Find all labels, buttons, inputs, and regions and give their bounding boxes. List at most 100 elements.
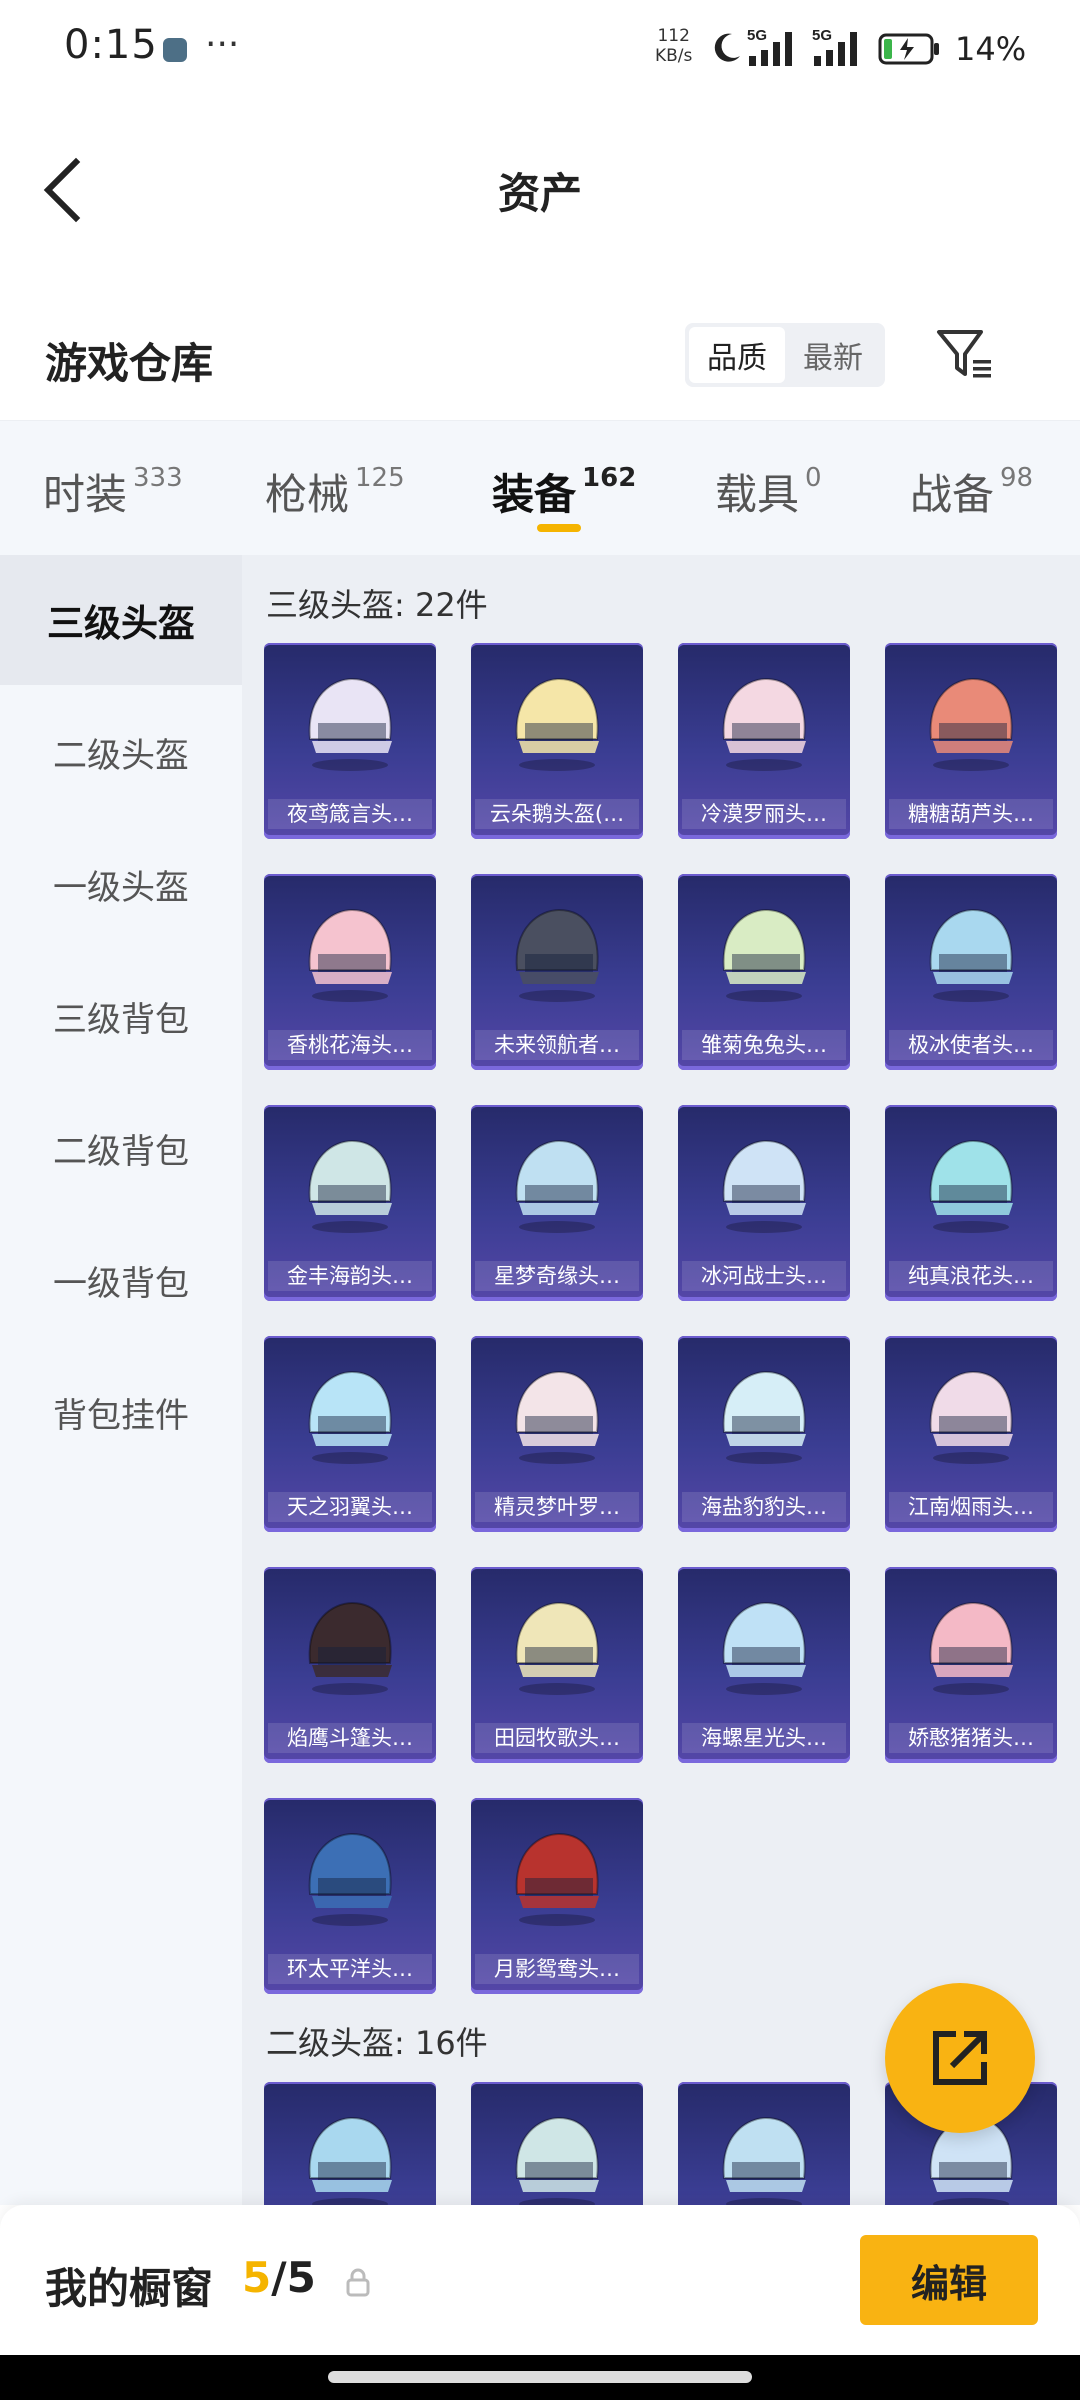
helmet-name: 环太平洋头… [268, 1954, 432, 1984]
helmet-icon [515, 908, 599, 1002]
helmet-card[interactable]: 金丰海韵头… [264, 1105, 436, 1301]
helmet-card[interactable] [471, 2082, 643, 2205]
helmet-icon [929, 677, 1013, 771]
helmet-card[interactable]: 海螺星光头… [678, 1567, 850, 1763]
helmet-name: 焰鹰斗篷头… [268, 1723, 432, 1753]
filter-icon[interactable] [935, 322, 995, 386]
signal-5g-icon: 5G [747, 27, 792, 66]
helmet-icon [722, 2116, 806, 2205]
page-title: 资产 [497, 169, 582, 218]
helmet-card[interactable] [678, 2082, 850, 2205]
edit-button[interactable]: 编辑 [860, 2235, 1038, 2325]
helmet-icon [929, 1139, 1013, 1233]
helmet-name: 月影鸳鸯头… [475, 1954, 639, 1984]
warehouse-title: 游戏仓库 [45, 339, 214, 388]
helmet-icon [722, 1601, 806, 1695]
helmet-name: 天之羽翼头… [268, 1492, 432, 1522]
helmet-card[interactable]: 未来领航者… [471, 874, 643, 1070]
status-bar: 0:15 ··· 112 KB/s 5G 5G 14% [0, 0, 1080, 100]
tab-equipment[interactable]: 装备 162 [492, 461, 636, 522]
sidebar-item-level3-backpack[interactable]: 三级背包 [0, 951, 242, 1081]
helmet-card[interactable]: 娇憨猪猪头… [885, 1567, 1057, 1763]
helmet-name: 纯真浪花头… [889, 1261, 1053, 1291]
sort-option-latest[interactable]: 最新 [785, 327, 881, 383]
helmet-card[interactable]: 天之羽翼头… [264, 1336, 436, 1532]
battery-charging-icon [878, 33, 939, 65]
helmet-name: 雏菊兔兔头… [682, 1030, 846, 1060]
sidebar-item-level1-backpack[interactable]: 一级背包 [0, 1215, 242, 1345]
helmet-card[interactable]: 纯真浪花头… [885, 1105, 1057, 1301]
sidebar-item-level2-helmet[interactable]: 二级头盔 [0, 687, 242, 817]
helmet-name: 娇憨猪猪头… [889, 1723, 1053, 1753]
sidebar: 三级头盔 二级头盔 一级头盔 三级背包 二级背包 一级背包 背包挂件 [0, 555, 242, 2205]
helmet-name: 星梦奇缘头… [475, 1261, 639, 1291]
helmet-icon [308, 2116, 392, 2205]
helmet-card[interactable]: 海盐豹豹头… [678, 1336, 850, 1532]
sidebar-item-level2-backpack[interactable]: 二级背包 [0, 1083, 242, 1213]
battery-percent: 14% [955, 30, 1027, 68]
do-not-disturb-icon [714, 33, 740, 62]
helmet-icon [722, 1139, 806, 1233]
helmet-name: 香桃花海头… [268, 1030, 432, 1060]
helmet-card[interactable] [264, 2082, 436, 2205]
helmet-name: 金丰海韵头… [268, 1261, 432, 1291]
helmet-icon [515, 1601, 599, 1695]
helmet-card[interactable]: 夜鸢箴言头… [264, 643, 436, 839]
helmet-name: 糖糖葫芦头… [889, 799, 1053, 829]
section-title-level2-helmet: 二级头盔: 16件 [266, 2024, 488, 2062]
helmet-card[interactable]: 精灵梦叶罗… [471, 1336, 643, 1532]
helmet-card[interactable]: 月影鸳鸯头… [471, 1798, 643, 1994]
helmet-card[interactable]: 江南烟雨头… [885, 1336, 1057, 1532]
app-notification-icon [163, 38, 187, 62]
helmet-name: 海盐豹豹头… [682, 1492, 846, 1522]
helmet-name: 极冰使者头… [889, 1030, 1053, 1060]
helmet-card[interactable]: 极冰使者头… [885, 874, 1057, 1070]
tab-vehicles[interactable]: 载具 0 [715, 461, 822, 522]
helmet-icon [308, 677, 392, 771]
showcase-bar: 我的橱窗 5/5 编辑 [0, 2205, 1080, 2355]
tab-weapons[interactable]: 枪械 125 [265, 461, 405, 522]
home-indicator[interactable] [328, 2371, 752, 2383]
helmet-card[interactable]: 冰河战士头… [678, 1105, 850, 1301]
sort-toggle: 品质 最新 [685, 323, 885, 387]
helmet-card[interactable]: 冷漠罗丽头… [678, 643, 850, 839]
sidebar-item-level3-helmet[interactable]: 三级头盔 [0, 555, 242, 685]
showcase-count: 5/5 [242, 2253, 316, 2302]
more-notifications-icon: ··· [205, 24, 240, 65]
signal-5g-icon-2: 5G [812, 27, 857, 66]
tab-supplies[interactable]: 战备 98 [910, 461, 1033, 522]
lock-icon [346, 2268, 370, 2297]
status-time: 0:15 [64, 22, 158, 68]
helmet-name: 海螺星光头… [682, 1723, 846, 1753]
helmet-name: 夜鸢箴言头… [268, 799, 432, 829]
helmet-icon [308, 908, 392, 1002]
helmet-name: 云朵鹅头盔(… [475, 799, 639, 829]
showcase-label: 我的橱窗 [45, 2264, 214, 2313]
helmet-icon [308, 1601, 392, 1695]
system-nav-bar [0, 2355, 1080, 2400]
helmet-name: 未来领航者… [475, 1030, 639, 1060]
helmet-card[interactable]: 糖糖葫芦头… [885, 643, 1057, 839]
helmet-icon [515, 2116, 599, 2205]
sidebar-item-backpack-charm[interactable]: 背包挂件 [0, 1347, 242, 1477]
item-grid-area: 三级头盔: 22件 二级头盔: 16件 夜鸢箴言头… 云朵鹅头盔(… 冷漠罗丽头… 糖… [242, 555, 1080, 2205]
helmet-card[interactable]: 香桃花海头… [264, 874, 436, 1070]
helmet-icon [722, 1370, 806, 1464]
tab-fashion[interactable]: 时装 333 [43, 461, 183, 522]
sort-option-quality[interactable]: 品质 [689, 327, 785, 383]
helmet-card[interactable]: 环太平洋头… [264, 1798, 436, 1994]
helmet-card[interactable]: 焰鹰斗篷头… [264, 1567, 436, 1763]
helmet-card[interactable]: 星梦奇缘头… [471, 1105, 643, 1301]
helmet-icon [308, 1370, 392, 1464]
helmet-card[interactable]: 雏菊兔兔头… [678, 874, 850, 1070]
helmet-icon [929, 1370, 1013, 1464]
helmet-icon [515, 677, 599, 771]
sidebar-item-level1-helmet[interactable]: 一级头盔 [0, 819, 242, 949]
helmet-card[interactable]: 云朵鹅头盔(… [471, 643, 643, 839]
helmet-icon [308, 1139, 392, 1233]
share-export-button[interactable] [885, 1983, 1035, 2133]
category-tabs: 时装 333 枪械 125 装备 162 载具 0 战备 98 [0, 420, 1080, 555]
helmet-name: 江南烟雨头… [889, 1492, 1053, 1522]
svg-text:5G: 5G [812, 27, 832, 44]
helmet-card[interactable]: 田园牧歌头… [471, 1567, 643, 1763]
